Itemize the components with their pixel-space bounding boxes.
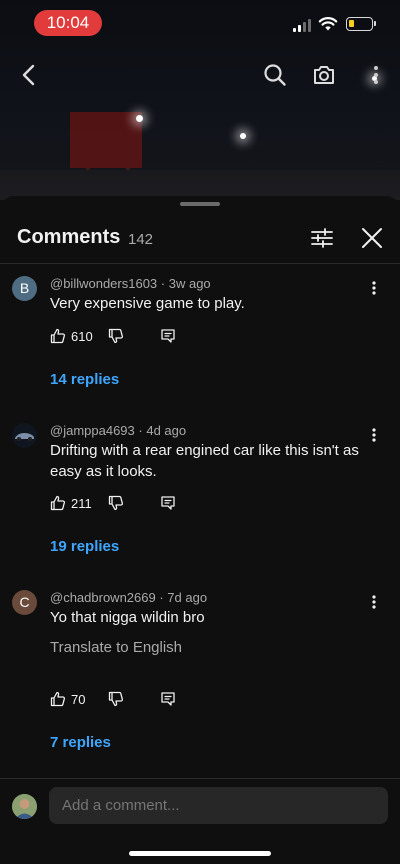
view-replies-link[interactable]: 19 replies [50,538,119,555]
wifi-icon [318,17,338,31]
like-button[interactable]: 610 [50,328,93,344]
reply-button[interactable] [160,495,176,516]
status-bar: 10:04 [0,0,400,44]
video-scene-light [240,133,246,139]
filter-icon[interactable] [308,224,336,252]
car-avatar-icon [15,433,34,441]
home-indicator[interactable] [129,851,271,856]
battery-icon [346,17,376,31]
reply-button[interactable] [160,691,176,712]
header-divider [0,263,400,264]
dislike-button[interactable] [108,328,124,349]
avatar[interactable]: B [12,276,37,301]
reply-icon [161,329,175,343]
thumbs-up-icon [50,495,66,511]
video-scene-light [136,115,143,122]
like-count: 610 [71,328,93,344]
dislike-button[interactable] [108,495,124,516]
comment-text: Very expensive game to play. [50,295,245,312]
reply-icon [161,692,175,706]
view-replies-link[interactable]: 7 replies [50,734,111,751]
cellular-signal-icon [293,19,311,32]
like-button[interactable]: 70 [50,691,85,707]
comments-count: 142 [128,231,154,248]
comment-meta: @jamppa4693 · 4d ago [50,423,186,438]
comment-age: 7d ago [167,590,208,605]
thumbs-down-icon [108,328,124,344]
thumbs-down-icon [108,495,124,511]
back-arrow-icon[interactable] [14,60,44,90]
camera-icon[interactable] [309,60,339,90]
close-icon[interactable] [358,224,386,252]
avatar[interactable] [12,423,37,448]
comment-age: 3w ago [168,276,211,291]
search-icon[interactable] [260,60,290,90]
add-comment-input[interactable] [49,787,388,824]
comment-text: Drifting with a rear engined car like th… [50,442,359,480]
video-scene-sign [70,112,142,168]
avatar[interactable] [12,794,37,819]
reply-button[interactable] [160,328,176,349]
like-button[interactable]: 211 [50,495,92,511]
comments-sheet: Comments 142 B @billwonders1603 · 3w ago… [0,196,400,864]
thumbs-up-icon [50,328,66,344]
comment-composer [0,778,400,864]
like-count: 70 [71,691,86,707]
comment-actions: 610 [50,328,250,348]
dislike-button[interactable] [108,691,124,712]
comment-age: 4d ago [146,423,187,438]
thumbs-up-icon [50,691,66,707]
comment-text: Yo that nigga wildin bro [50,609,205,626]
user-avatar-icon [12,794,37,819]
comment-author[interactable]: @jamppa4693 [50,423,135,438]
status-time: 10:04 [34,10,102,36]
reply-icon [161,496,175,510]
thumbs-down-icon [108,691,124,707]
comments-header: Comments 142 [0,218,400,262]
avatar[interactable]: C [12,590,37,615]
like-count: 211 [71,495,92,511]
more-icon[interactable] [361,60,391,90]
translate-link[interactable]: Translate to English [50,639,182,656]
comment-author[interactable]: @chadbrown2669 [50,590,156,605]
comment-actions: 211 [50,495,250,515]
comment-actions: 70 [50,691,250,711]
meta-separator: · [160,276,169,291]
view-replies-link[interactable]: 14 replies [50,371,119,388]
comments-title: Comments [17,226,121,248]
comment-meta: @billwonders1603 · 3w ago [50,276,211,291]
video-top-controls [0,60,400,92]
sheet-drag-handle[interactable] [180,202,220,206]
comment-meta: @chadbrown2669 · 7d ago [50,590,207,605]
comment-author[interactable]: @billwonders1603 [50,276,157,291]
